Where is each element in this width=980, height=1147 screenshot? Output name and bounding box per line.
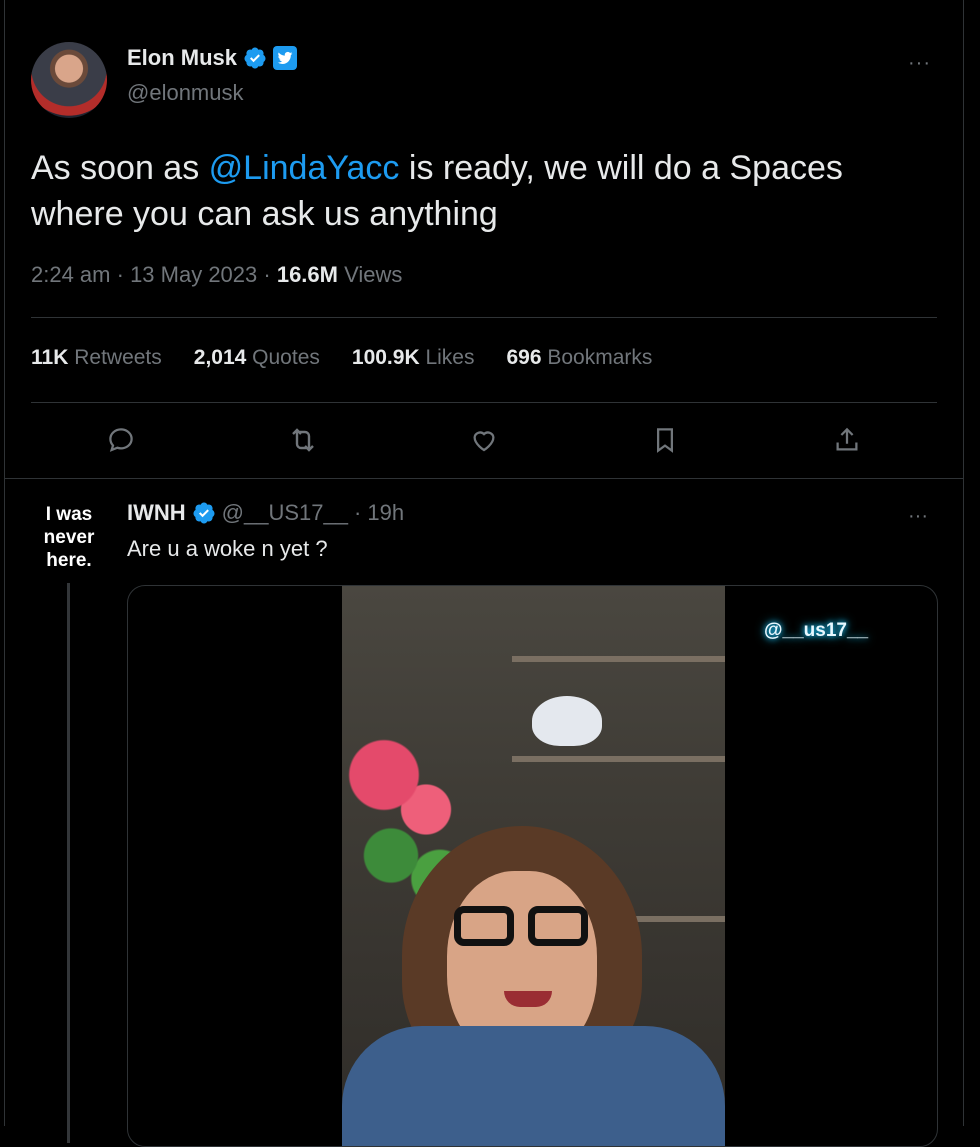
retweets-stat[interactable]: 11K Retweets <box>31 346 162 370</box>
bookmarks-stat[interactable]: 696 Bookmarks <box>506 346 652 370</box>
divider <box>31 317 937 318</box>
reply-icon <box>109 428 133 452</box>
tweet-date[interactable]: 13 May 2023 <box>130 262 257 287</box>
tweet-text-before: As soon as <box>31 149 209 187</box>
twitter-bird-icon <box>277 51 293 64</box>
share-icon <box>836 427 858 451</box>
shelf <box>512 656 725 662</box>
reply-avatar[interactable]: I was never here. <box>31 503 107 579</box>
reply-avatar-text-line-3: here. <box>46 550 92 571</box>
quotes-stat[interactable]: 2,014 Quotes <box>194 346 320 370</box>
timeline-border-left <box>4 0 5 1126</box>
retweets-label: Retweets <box>74 346 162 369</box>
verified-badge-icon[interactable] <box>243 46 267 70</box>
twitter-affiliate-icon[interactable] <box>273 46 298 70</box>
thread-line <box>67 583 70 1143</box>
reply-header: IWNH @__US17__ · 19h <box>127 500 404 526</box>
bird-figurine <box>532 696 602 746</box>
likes-label: Likes <box>425 346 475 369</box>
reply-more-options-icon[interactable]: ··· <box>908 505 928 528</box>
quotes-count: 2,014 <box>193 346 247 369</box>
denim-jacket <box>342 1026 725 1146</box>
engagement-stats: 11K Retweets 2,014 Quotes 100.9K Likes 6… <box>31 346 652 370</box>
likes-count: 100.9K <box>351 346 420 369</box>
author-name-row: Elon Musk <box>127 45 298 71</box>
author-name[interactable]: Elon Musk <box>127 45 237 71</box>
reply-avatar-text-line-2: never <box>43 527 95 548</box>
reply-text: Are u a woke n yet ? <box>127 536 328 561</box>
timeline-border-right <box>963 0 964 1126</box>
video-frame <box>342 586 725 1146</box>
quotes-label: Quotes <box>252 346 320 369</box>
like-button[interactable] <box>464 420 504 460</box>
reply-button[interactable] <box>101 420 141 460</box>
bookmarks-count: 696 <box>506 346 542 369</box>
video-watermark: @__us17__ <box>764 620 869 641</box>
reply-avatar-text-line-1: I was <box>45 504 93 525</box>
bookmarks-label: Bookmarks <box>547 346 653 369</box>
reply-author-handle[interactable]: @__US17__ <box>222 500 348 526</box>
bookmark-icon <box>657 428 673 453</box>
author-avatar[interactable] <box>31 42 107 118</box>
glasses-lens <box>454 906 514 946</box>
reply-author-name[interactable]: IWNH <box>127 500 186 526</box>
reply-time[interactable]: · 19h <box>354 500 404 526</box>
views-label: Views <box>344 262 403 287</box>
glasses-lens <box>528 906 588 946</box>
tweet-time[interactable]: 2:24 am <box>31 262 111 287</box>
shelf <box>512 756 725 762</box>
action-bar <box>31 420 937 460</box>
retweets-count: 11K <box>31 346 69 369</box>
like-icon <box>473 431 495 452</box>
bookmark-button[interactable] <box>645 420 685 460</box>
tweet-text: As soon as @LindaYacc is ready, we will … <box>31 145 931 237</box>
author-handle[interactable]: @elonmusk <box>127 80 244 106</box>
retweet-button[interactable] <box>283 420 323 460</box>
more-options-icon[interactable]: ··· <box>908 52 931 75</box>
verified-badge-icon[interactable] <box>192 501 216 525</box>
mention-link[interactable]: @LindaYacc <box>209 149 400 187</box>
divider <box>31 402 937 403</box>
tweet-meta: 2:24 am · 13 May 2023 · 16.6M Views <box>31 262 403 287</box>
likes-stat[interactable]: 100.9K Likes <box>352 346 475 370</box>
tweet-separator <box>4 478 964 479</box>
glasses <box>454 906 594 948</box>
share-button[interactable] <box>827 420 867 460</box>
views-count: 16.6M <box>276 262 338 287</box>
retweet-icon <box>292 428 314 452</box>
reply-video-media[interactable] <box>127 585 938 1147</box>
